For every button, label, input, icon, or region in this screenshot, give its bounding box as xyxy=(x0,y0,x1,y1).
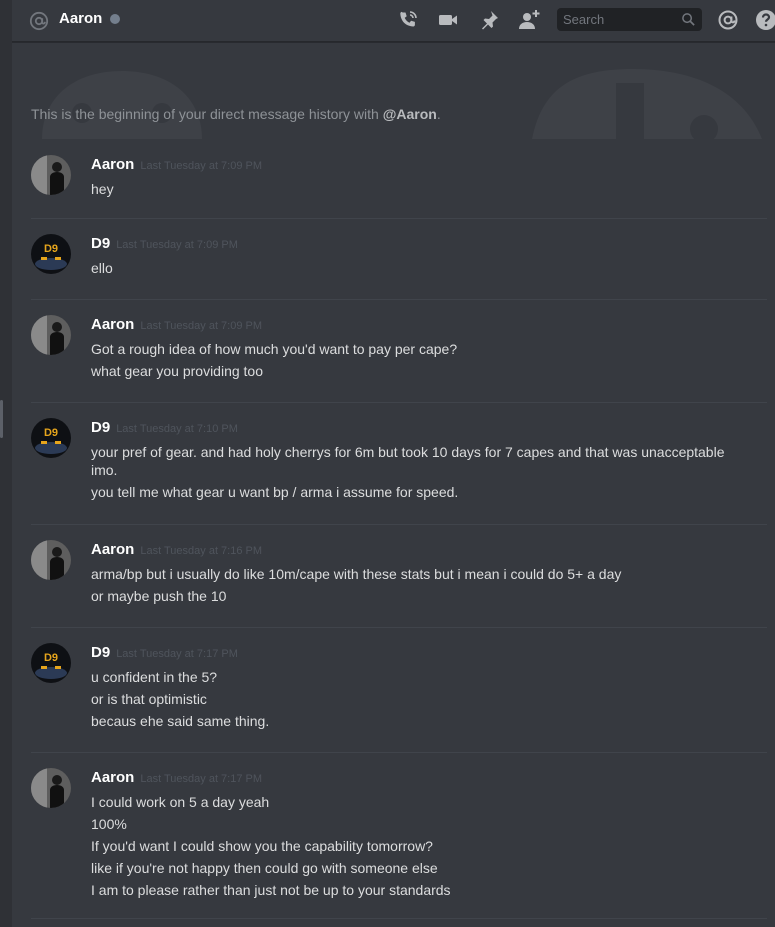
message-header: D9 Last Tuesday at 7:17 PM xyxy=(91,644,755,664)
pin-icon[interactable] xyxy=(477,8,501,32)
message-group: Aaron Last Tuesday at 7:09 PM Got a rough… xyxy=(31,300,767,403)
message-text: hey xyxy=(91,181,114,197)
message-author[interactable]: D9 xyxy=(91,419,110,436)
message-body: Aaron Last Tuesday at 7:09 PM Got a rough… xyxy=(91,316,755,380)
help-icon[interactable] xyxy=(754,8,775,32)
message-timestamp: Last Tuesday at 7:17 PM xyxy=(140,773,263,785)
channel-header: Aaron xyxy=(12,0,775,42)
message-text: 100% xyxy=(91,816,127,832)
search-icon[interactable] xyxy=(681,12,696,27)
left-panel-edge xyxy=(0,0,12,927)
message-text: u confident in the 5? xyxy=(91,669,218,685)
message-header: D9 Last Tuesday at 7:10 PM xyxy=(91,419,755,439)
message-text: or is that optimistic xyxy=(91,691,207,707)
svg-text:D9: D9 xyxy=(44,243,58,255)
dm-intro: This is the beginning of your direct mes… xyxy=(12,43,775,139)
message-author[interactable]: D9 xyxy=(91,644,110,661)
message-header: D9 Last Tuesday at 7:09 PM xyxy=(91,235,755,255)
message-body: Aaron Last Tuesday at 7:17 PM I could wor… xyxy=(91,769,755,899)
intro-prefix: This is the beginning of your direct mes… xyxy=(31,106,383,122)
message-body: Aaron Last Tuesday at 7:16 PM arma/bp but… xyxy=(91,541,755,605)
message-text: Got a rough idea of how much you'd want … xyxy=(91,341,458,357)
message-body: Aaron Last Tuesday at 7:09 PM hey xyxy=(91,156,755,198)
message-header: Aaron Last Tuesday at 7:09 PM xyxy=(91,156,755,176)
add-friend-icon[interactable] xyxy=(517,8,541,32)
message-group: D9 D9 Last Tuesday at 7:09 PM ello xyxy=(31,219,767,300)
status-indicator xyxy=(110,14,120,24)
message-header: Aaron Last Tuesday at 7:17 PM xyxy=(91,769,755,789)
avatar-aaron[interactable] xyxy=(31,768,71,808)
avatar-d9[interactable]: D9 xyxy=(31,418,71,458)
message-timestamp: Last Tuesday at 7:10 PM xyxy=(116,423,238,435)
message-text: becaus ehe said same thing. xyxy=(91,713,270,729)
message-group: Aaron Last Tuesday at 7:09 PM hey xyxy=(31,140,767,219)
message-text: you tell me what gear u want bp / arma i… xyxy=(91,484,459,500)
dm-intro-text: This is the beginning of your direct mes… xyxy=(31,106,441,122)
message-header: Aaron Last Tuesday at 7:09 PM xyxy=(91,316,755,336)
intro-handle[interactable]: @Aaron xyxy=(383,106,437,122)
message-timestamp: Last Tuesday at 7:16 PM xyxy=(140,545,263,557)
message-timestamp: Last Tuesday at 7:09 PM xyxy=(140,160,263,172)
resize-handle[interactable] xyxy=(0,400,3,438)
message-group: Aaron Last Tuesday at 7:16 PM arma/bp but… xyxy=(31,525,767,628)
message-text: I am to please rather than just not be u… xyxy=(91,882,451,898)
message-body: D9 Last Tuesday at 7:09 PM ello xyxy=(91,235,755,277)
channel-title: Aaron xyxy=(59,10,103,27)
avatar-aaron[interactable] xyxy=(31,315,71,355)
message-body: D9 Last Tuesday at 7:17 PM u confident in… xyxy=(91,644,755,730)
at-icon xyxy=(29,11,49,31)
message-text: your pref of gear. and had holy cherrys … xyxy=(91,444,725,478)
message-author[interactable]: Aaron xyxy=(91,156,134,173)
message-text: I could work on 5 a day yeah xyxy=(91,794,270,810)
message-author[interactable]: Aaron xyxy=(91,541,134,558)
message-author[interactable]: Aaron xyxy=(91,316,134,333)
message-author[interactable]: Aaron xyxy=(91,769,134,786)
search-input[interactable] xyxy=(557,8,677,31)
message-group: D9 D9 Last Tuesday at 7:10 PM your pref o… xyxy=(31,403,767,525)
message-timestamp: Last Tuesday at 7:09 PM xyxy=(140,320,263,332)
wumpus-background-art xyxy=(42,69,762,139)
call-icon[interactable] xyxy=(396,8,420,32)
intro-suffix: . xyxy=(436,106,441,122)
message-timestamp: Last Tuesday at 7:09 PM xyxy=(116,239,238,251)
message-group: Aaron Last Tuesday at 7:17 PM I could wor… xyxy=(31,753,767,919)
message-text: ello xyxy=(91,260,113,276)
message-timestamp: Last Tuesday at 7:17 PM xyxy=(116,648,238,660)
svg-text:D9: D9 xyxy=(44,427,58,439)
message-text: what gear you providing too xyxy=(91,363,263,379)
message-text: If you'd want I could show you the capab… xyxy=(91,838,433,854)
message-text: arma/bp but i usually do like 10m/cape w… xyxy=(91,566,622,582)
message-body: D9 Last Tuesday at 7:10 PM your pref of g… xyxy=(91,419,755,501)
search-box[interactable] xyxy=(557,8,702,31)
svg-text:D9: D9 xyxy=(44,652,58,664)
message-text: or maybe push the 10 xyxy=(91,588,227,604)
message-text: like if you're not happy then could go w… xyxy=(91,860,438,876)
avatar-aaron[interactable] xyxy=(31,155,71,195)
avatar-d9[interactable]: D9 xyxy=(31,643,71,683)
video-icon[interactable] xyxy=(436,8,460,32)
message-author[interactable]: D9 xyxy=(91,235,110,252)
avatar-d9[interactable]: D9 xyxy=(31,234,71,274)
message-list: Aaron Last Tuesday at 7:09 PM hey D9 D9 La… xyxy=(12,140,775,919)
mentions-icon[interactable] xyxy=(716,8,740,32)
message-header: Aaron Last Tuesday at 7:16 PM xyxy=(91,541,755,561)
avatar-aaron[interactable] xyxy=(31,540,71,580)
message-group: D9 D9 Last Tuesday at 7:17 PM u confident… xyxy=(31,628,767,753)
